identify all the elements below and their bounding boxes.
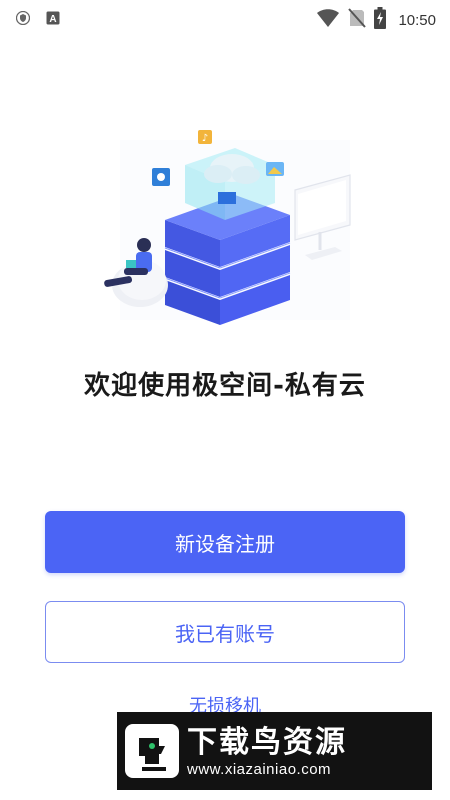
status-left: A xyxy=(15,10,60,29)
film-tile-icon xyxy=(152,168,170,186)
battery-charging-icon xyxy=(374,7,387,33)
status-bar: A 10:50 xyxy=(0,0,450,36)
music-tile-icon: ♪ xyxy=(198,130,212,144)
register-button-label: 新设备注册 xyxy=(175,531,275,556)
bird-logo-icon xyxy=(125,724,179,778)
login-button-label: 我已有账号 xyxy=(175,621,275,646)
svg-text:A: A xyxy=(49,14,56,25)
hero-illustration: ♪ xyxy=(90,120,370,340)
no-sim-icon xyxy=(348,8,367,32)
watermark-title: 下载鸟资源 xyxy=(187,724,347,760)
wifi-icon xyxy=(316,8,340,32)
shield-icon xyxy=(15,10,31,29)
svg-text:♪: ♪ xyxy=(202,133,208,144)
watermark-url: www.xiazainiao.com xyxy=(187,760,332,778)
status-time: 10:50 xyxy=(398,11,436,29)
existing-account-button[interactable]: 我已有账号 xyxy=(45,601,405,663)
watermark-text: 下载鸟资源 www.xiazainiao.com xyxy=(187,725,347,778)
watermark-banner: 下载鸟资源 www.xiazainiao.com xyxy=(117,712,432,790)
photo-tile-icon xyxy=(266,162,284,176)
register-new-device-button[interactable]: 新设备注册 xyxy=(45,511,405,573)
welcome-title: 欢迎使用极空间-私有云 xyxy=(84,371,366,401)
status-right: 10:50 xyxy=(316,7,436,33)
a-icon: A xyxy=(46,10,60,29)
server-cloud-illustration: ♪ xyxy=(104,130,351,325)
